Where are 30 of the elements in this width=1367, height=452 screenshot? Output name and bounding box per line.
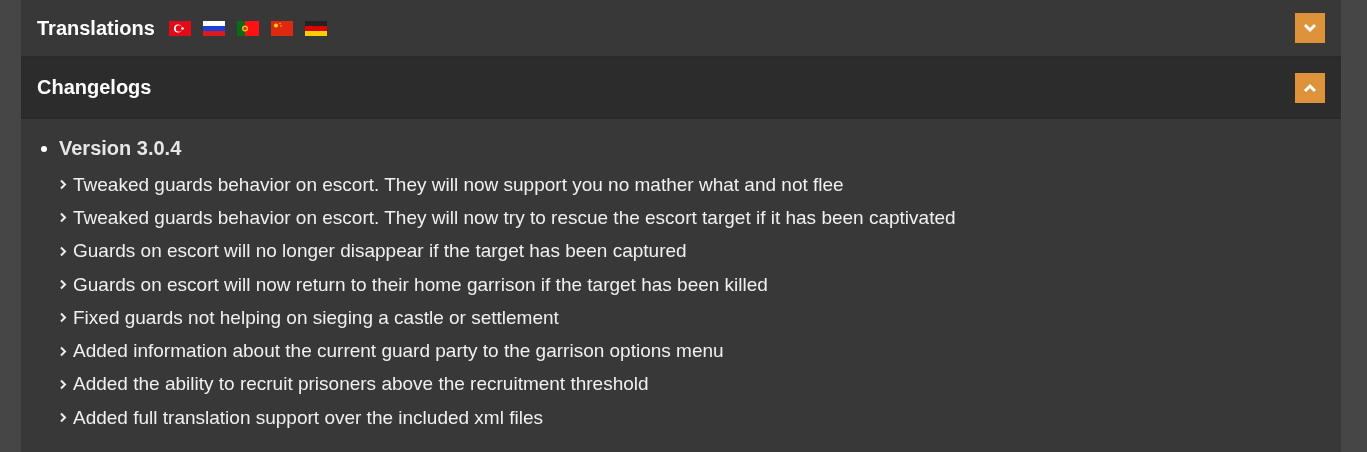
- changelog-entry: Tweaked guards behavior on escort. They will now try to rescue the escort target if it has been captivated: [73, 206, 956, 229]
- flag-icon: [236, 20, 259, 36]
- changelog-entry: Tweaked guards behavior on escort. They will now support you no mather what and not flee: [73, 173, 844, 196]
- changelog-entry: Added the ability to recruit prisoners above the recruitment threshold: [73, 373, 649, 396]
- section-title: Translations: [37, 16, 155, 40]
- changelog-entry: Fixed guards not helping on sieging a castle or settlement: [73, 306, 559, 329]
- flag-icon: [270, 20, 293, 36]
- chevron-icon: [59, 245, 67, 257]
- version-heading: Version 3.0.4: [59, 137, 182, 160]
- chevron-down-icon: [1303, 23, 1317, 33]
- flag-icon: [202, 20, 225, 36]
- collapse-button[interactable]: [1295, 72, 1325, 103]
- chevron-icon: [59, 179, 67, 191]
- changelog-entry: Guards on escort will no longer disappear if the target has been captured: [73, 240, 687, 263]
- chevron-icon: [59, 279, 67, 291]
- flag-icon: [304, 20, 327, 36]
- changelog-entry: Guards on escort will now return to their home garrison if the target has been killed: [73, 273, 768, 296]
- changelog-entry: Added information about the current guard party to the garrison options menu: [73, 340, 724, 363]
- expand-button[interactable]: [1295, 13, 1325, 43]
- changelog-entry: Added full translation support over the included xml files: [73, 406, 543, 429]
- chevron-icon: [59, 378, 67, 390]
- chevron-icon: [59, 412, 67, 424]
- chevron-icon: [59, 312, 67, 324]
- chevron-up-icon: [1303, 82, 1317, 93]
- chevron-icon: [59, 212, 67, 224]
- section-title: Changelogs: [37, 76, 152, 99]
- section-header[interactable]: Changelogs: [21, 58, 1341, 119]
- chevron-icon: [59, 345, 67, 357]
- flag-icon: [168, 20, 191, 36]
- bullet-icon: [41, 145, 47, 152]
